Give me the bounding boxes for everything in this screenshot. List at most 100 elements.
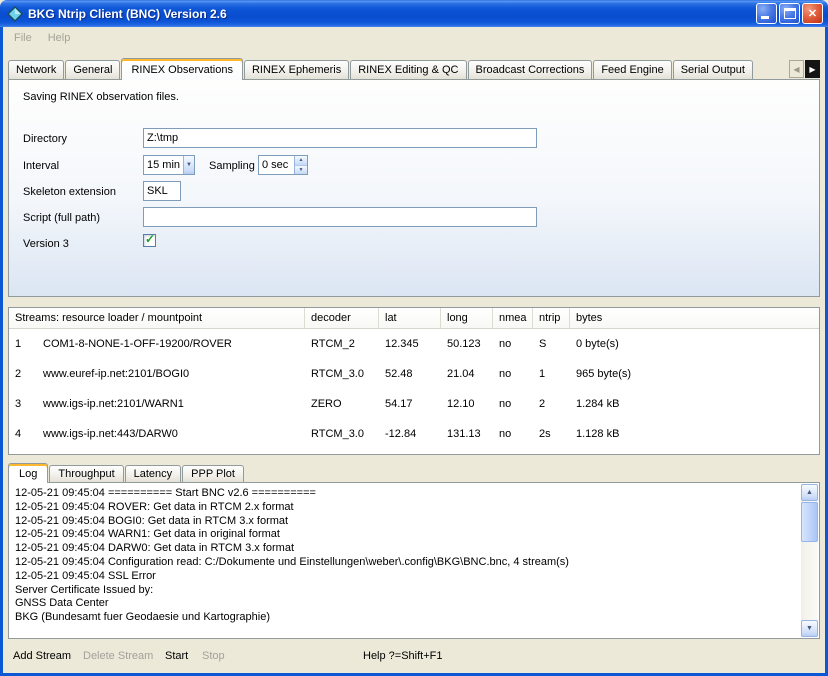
cell-nmea: no [493,428,533,440]
header-lat[interactable]: lat [379,308,441,328]
close-button[interactable]: ✕ [802,3,823,24]
spin-down-icon[interactable]: ▼ [295,166,307,175]
checkmark-icon: ✓ [145,232,155,246]
header-mountpoint[interactable]: Streams: resource loader / mountpoint [9,308,305,328]
sampling-spinner[interactable]: 0 sec ▲ ▼ [258,155,308,175]
version-3-checkbox[interactable]: ✓ [143,234,156,247]
tab-scroll-left-icon[interactable]: ◀ [789,60,804,78]
cell-bytes: 0 byte(s) [570,338,819,350]
tab-network[interactable]: Network [8,60,64,79]
close-icon: ✕ [808,7,817,20]
log-line: 12-05-21 09:45:04 SSL Error [15,570,797,584]
sampling-label: Sampling [209,160,255,172]
tab-broadcast-corrections[interactable]: Broadcast Corrections [468,60,593,79]
cell-ntrip: 2s [533,428,570,440]
menu-help[interactable]: Help [40,30,79,46]
skeleton-extension-input[interactable] [143,181,181,201]
cell-long: 50.123 [441,338,493,350]
log-line: 12-05-21 09:45:04 BOGI0: Get data in RTC… [15,515,797,529]
maximize-button[interactable] [779,3,800,24]
app-icon [7,6,23,22]
cell-mountpoint: www.igs-ip.net:2101/WARN1 [35,398,305,410]
minimize-icon [761,16,769,19]
row-number: 1 [9,338,35,350]
output-tab-bar: Log Throughput Latency PPP Plot [3,455,825,482]
directory-input[interactable] [143,128,537,148]
cell-nmea: no [493,368,533,380]
header-decoder[interactable]: decoder [305,308,379,328]
table-row[interactable]: 2 www.euref-ip.net:2101/BOGI0 RTCM_3.0 5… [9,359,819,389]
interval-dropdown[interactable]: 15 min ▼ [143,155,195,175]
cell-nmea: no [493,398,533,410]
directory-label: Directory [23,133,67,145]
log-line: 12-05-21 09:45:04 ROVER: Get data in RTC… [15,501,797,515]
tab-scroller: ◀ ▶ [789,60,820,78]
log-line: 12-05-21 09:45:04 WARN1: Get data in ori… [15,528,797,542]
header-long[interactable]: long [441,308,493,328]
table-row[interactable]: 1 COM1-8-NONE-1-OFF-19200/ROVER RTCM_2 1… [9,329,819,359]
menu-file[interactable]: File [6,30,40,46]
tab-feed-engine[interactable]: Feed Engine [593,60,671,79]
cell-long: 21.04 [441,368,493,380]
cell-decoder: RTCM_3.0 [305,368,379,380]
tab-rinex-editing-qc[interactable]: RINEX Editing & QC [350,60,466,79]
tab-log[interactable]: Log [8,463,48,483]
header-nmea[interactable]: nmea [493,308,533,328]
tab-throughput[interactable]: Throughput [49,465,123,482]
cell-decoder: ZERO [305,398,379,410]
sampling-value: 0 sec [259,156,294,174]
log-panel: 12-05-21 09:45:04 ========== Start BNC v… [8,482,820,639]
log-line: BKG (Bundesamt fuer Geodaesie und Kartog… [15,611,797,625]
scroll-up-icon[interactable]: ▲ [801,484,818,501]
log-line: 12-05-21 09:45:04 DARW0: Get data in RTC… [15,542,797,556]
footer-toolbar: Add Stream Delete Stream Start Stop Help… [3,639,825,673]
log-output: 12-05-21 09:45:04 ========== Start BNC v… [15,487,797,635]
tab-ppp-plot[interactable]: PPP Plot [182,465,244,482]
menubar: File Help [3,27,825,48]
panel-description: Saving RINEX observation files. [23,91,179,103]
interval-label: Interval [23,160,59,172]
script-full-path-label: Script (full path) [23,212,100,224]
start-button[interactable]: Start [165,650,188,662]
chevron-down-icon[interactable]: ▼ [183,156,194,174]
row-number: 3 [9,398,35,410]
streams-table: Streams: resource loader / mountpoint de… [8,307,820,455]
tab-rinex-observations[interactable]: RINEX Observations [121,58,242,80]
log-scrollbar[interactable]: ▲ ▼ [801,484,818,637]
row-number: 4 [9,428,35,440]
tab-latency[interactable]: Latency [125,465,182,482]
header-bytes[interactable]: bytes [570,308,819,328]
cell-ntrip: 1 [533,368,570,380]
spin-up-icon[interactable]: ▲ [295,156,307,166]
tab-serial-output[interactable]: Serial Output [673,60,753,79]
sampling-spin-buttons: ▲ ▼ [294,156,307,174]
settings-tab-bar: Network General RINEX Observations RINEX… [3,48,825,79]
script-full-path-input[interactable] [143,207,537,227]
window-title: BKG Ntrip Client (BNC) Version 2.6 [28,7,756,21]
cell-bytes: 1.284 kB [570,398,819,410]
header-ntrip[interactable]: ntrip [533,308,570,328]
add-stream-button[interactable]: Add Stream [13,650,71,662]
tab-rinex-ephemeris[interactable]: RINEX Ephemeris [244,60,349,79]
log-line: GNSS Data Center [15,597,797,611]
titlebar[interactable]: BKG Ntrip Client (BNC) Version 2.6 ✕ [0,0,828,27]
cell-lat: -12.84 [379,428,441,440]
scrollbar-thumb[interactable] [801,502,818,542]
delete-stream-button[interactable]: Delete Stream [83,650,153,662]
streams-table-body: 1 COM1-8-NONE-1-OFF-19200/ROVER RTCM_2 1… [9,329,819,449]
cell-decoder: RTCM_2 [305,338,379,350]
tab-general[interactable]: General [65,60,120,79]
table-row[interactable]: 3 www.igs-ip.net:2101/WARN1 ZERO 54.17 1… [9,389,819,419]
stop-button[interactable]: Stop [202,650,225,662]
scroll-down-icon[interactable]: ▼ [801,620,818,637]
cell-mountpoint: www.igs-ip.net:443/DARW0 [35,428,305,440]
minimize-button[interactable] [756,3,777,24]
table-row[interactable]: 4 www.igs-ip.net:443/DARW0 RTCM_3.0 -12.… [9,419,819,449]
cell-lat: 52.48 [379,368,441,380]
cell-long: 12.10 [441,398,493,410]
interval-value: 15 min [144,156,183,174]
tab-scroll-right-icon[interactable]: ▶ [805,60,820,78]
row-number: 2 [9,368,35,380]
cell-decoder: RTCM_3.0 [305,428,379,440]
cell-mountpoint: www.euref-ip.net:2101/BOGI0 [35,368,305,380]
